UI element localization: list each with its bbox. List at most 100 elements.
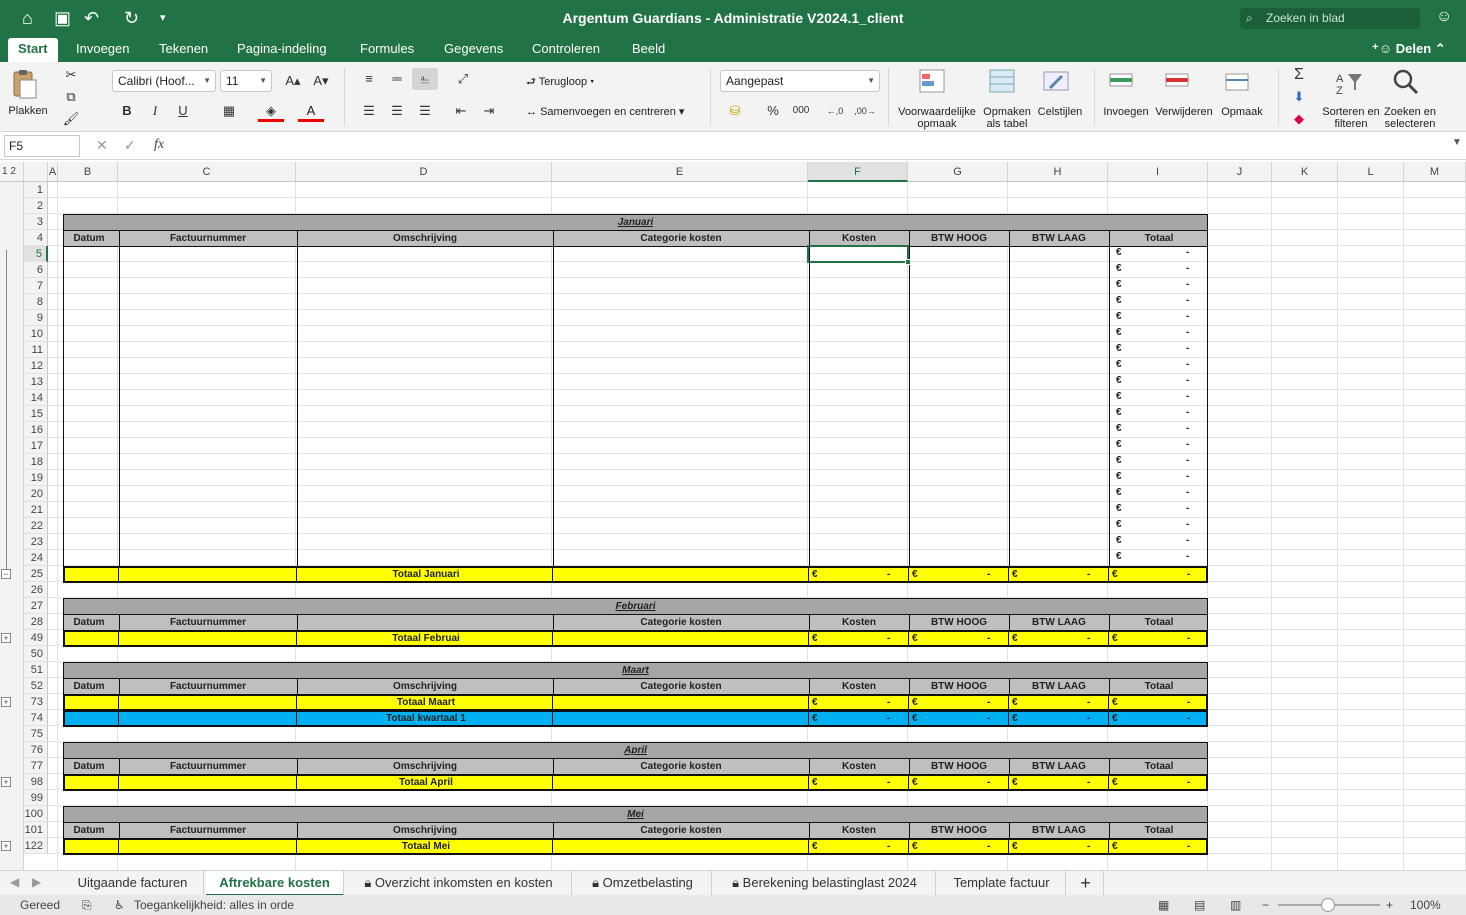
decrease-decimal-icon[interactable]: ,00→ [852, 100, 878, 122]
page-layout-view-icon[interactable]: ▤ [1194, 895, 1205, 915]
sheet-tab-berekening[interactable]: 🔒︎ Berekening belastinglast 2024 [714, 871, 936, 896]
thousands-button[interactable]: 000 [788, 100, 814, 122]
format-cells-icon[interactable] [1222, 68, 1252, 94]
sheet-tab-template-factuur[interactable]: Template factuur [938, 871, 1066, 896]
decrease-indent-icon[interactable]: ⇤ [448, 100, 474, 122]
align-bottom-icon[interactable]: ⎁ [412, 68, 438, 90]
zoom-level[interactable]: 100% [1410, 895, 1441, 915]
row-header-18[interactable]: 18 [24, 454, 48, 470]
font-color-icon[interactable]: A [298, 100, 324, 122]
delete-cells-icon[interactable] [1162, 68, 1192, 94]
fill-handle[interactable] [905, 259, 911, 265]
row-header-76[interactable]: 76 [24, 742, 48, 758]
insert-cells-label[interactable]: Invoegen [1100, 106, 1152, 118]
row-header-24[interactable]: 24 [24, 550, 48, 566]
copy-icon[interactable]: ⧉ [58, 86, 84, 108]
column-header-m[interactable]: M [1404, 162, 1466, 182]
row-header-51[interactable]: 51 [24, 662, 48, 678]
macro-record-icon[interactable]: ⎘ [82, 895, 92, 915]
row-header-1[interactable]: 1 [24, 182, 48, 198]
row-header-6[interactable]: 6 [24, 262, 48, 278]
outline-level-1[interactable]: 1 [2, 166, 8, 177]
column-header-e[interactable]: E [552, 162, 808, 182]
row-header-49[interactable]: 49 [24, 630, 48, 646]
worksheet-grid[interactable]: 1 2 A B C D E F G H I J K L M 1 2 3 4 5 6 7 8 9 10 11 12 13 14 15 16… [0, 162, 1466, 870]
align-middle-icon[interactable]: ═ [384, 68, 410, 90]
row-header-101[interactable]: 101 [24, 822, 48, 838]
row-header-3[interactable]: 3 [24, 214, 48, 230]
sheet-tab-overzicht[interactable]: 🔒︎ Overzicht inkomsten en kosten [346, 871, 572, 896]
row-header-8[interactable]: 8 [24, 294, 48, 310]
italic-button[interactable]: I [142, 100, 168, 122]
row-header-13[interactable]: 13 [24, 374, 48, 390]
bold-button[interactable]: B [114, 100, 140, 122]
function-button[interactable]: fx [154, 137, 164, 153]
normal-view-icon[interactable]: ▦ [1158, 895, 1169, 915]
accessibility-status[interactable]: Toegankelijkheid: alles in orde [134, 895, 294, 915]
row-header-25[interactable]: 25 [24, 566, 48, 582]
expand-group-button[interactable]: + [1, 777, 11, 787]
format-painter-icon[interactable]: 🖌 [58, 108, 84, 130]
align-right-icon[interactable]: ☰ [412, 100, 438, 122]
fill-icon[interactable]: ⬇ [1286, 86, 1312, 108]
row-header-22[interactable]: 22 [24, 518, 48, 534]
row-header-100[interactable]: 100 [24, 806, 48, 822]
increase-decimal-icon[interactable]: ←,0 [822, 100, 848, 122]
row-header-23[interactable]: 23 [24, 534, 48, 550]
tab-controleren[interactable]: Controleren [522, 38, 610, 62]
cancel-icon[interactable]: ✕ [96, 137, 108, 154]
expand-formula-icon[interactable]: ▼ [1452, 137, 1462, 148]
formula-input[interactable] [180, 136, 1450, 156]
paste-label[interactable]: Plakken [6, 105, 50, 117]
row-header-50[interactable]: 50 [24, 646, 48, 662]
scroll-right-icon[interactable]: ▶ [32, 875, 41, 889]
row-header-75[interactable]: 75 [24, 726, 48, 742]
tab-pagina-indeling[interactable]: Pagina-indeling [227, 38, 337, 62]
column-header-j[interactable]: J [1208, 162, 1272, 182]
paste-icon[interactable] [10, 68, 40, 99]
outline-level-buttons[interactable]: 1 2 [0, 162, 24, 182]
column-header-i[interactable]: I [1108, 162, 1208, 182]
underline-button[interactable]: U [170, 100, 196, 122]
account-icon[interactable]: ☺ [1436, 8, 1452, 26]
number-format-select[interactable]: Aangepast ▼ [720, 70, 880, 92]
scroll-left-icon[interactable]: ◀ [10, 875, 19, 889]
row-header-77[interactable]: 77 [24, 758, 48, 774]
row-header-5[interactable]: 5 [24, 246, 48, 262]
row-header-73[interactable]: 73 [24, 694, 48, 710]
tab-formules[interactable]: Formules [350, 38, 424, 62]
cell-styles-label[interactable]: Celstijlen [1034, 106, 1086, 118]
align-top-icon[interactable]: ≡ [356, 68, 382, 90]
row-header-9[interactable]: 9 [24, 310, 48, 326]
expand-group-button[interactable]: + [1, 697, 11, 707]
zoom-out-icon[interactable]: − [1262, 895, 1269, 915]
row-header-20[interactable]: 20 [24, 486, 48, 502]
januari-entries-table[interactable]: € - € - € - € - € - € - € - € - € - € - € - € - € - € - € - € - € - € - € - € - [63, 246, 1208, 566]
accounting-format-icon[interactable]: ⛁ [722, 100, 748, 122]
row-header-26[interactable]: 26 [24, 582, 48, 598]
confirm-icon[interactable]: ✓ [124, 137, 136, 154]
autosum-icon[interactable]: Σ [1286, 64, 1312, 86]
accessibility-icon[interactable]: ♿︎ [114, 895, 125, 915]
align-center-icon[interactable]: ☰ [384, 100, 410, 122]
row-header-21[interactable]: 21 [24, 502, 48, 518]
row-header-2[interactable]: 2 [24, 198, 48, 214]
format-as-table-label[interactable]: Opmaken als tabel [978, 106, 1036, 130]
row-header-11[interactable]: 11 [24, 342, 48, 358]
conditional-formatting-icon[interactable] [918, 68, 948, 94]
align-left-icon[interactable]: ☰ [356, 100, 382, 122]
tab-beeld[interactable]: Beeld [622, 38, 675, 62]
orientation-icon[interactable]: ⤢ [450, 68, 476, 90]
row-header-17[interactable]: 17 [24, 438, 48, 454]
row-header-10[interactable]: 10 [24, 326, 48, 342]
row-header-74[interactable]: 74 [24, 710, 48, 726]
sheet-tab-aftrekbare-kosten[interactable]: Aftrekbare kosten [206, 871, 344, 896]
expand-group-button[interactable]: + [1, 633, 11, 643]
tab-gegevens[interactable]: Gegevens [434, 38, 513, 62]
row-header-98[interactable]: 98 [24, 774, 48, 790]
row-header-122[interactable]: 122 [24, 838, 48, 854]
share-button[interactable]: ⁺☺ Delen ⌃ [1372, 41, 1446, 57]
column-header-f[interactable]: F [808, 162, 908, 182]
font-size-select[interactable]: 11 ▼ [220, 70, 272, 92]
row-header-52[interactable]: 52 [24, 678, 48, 694]
